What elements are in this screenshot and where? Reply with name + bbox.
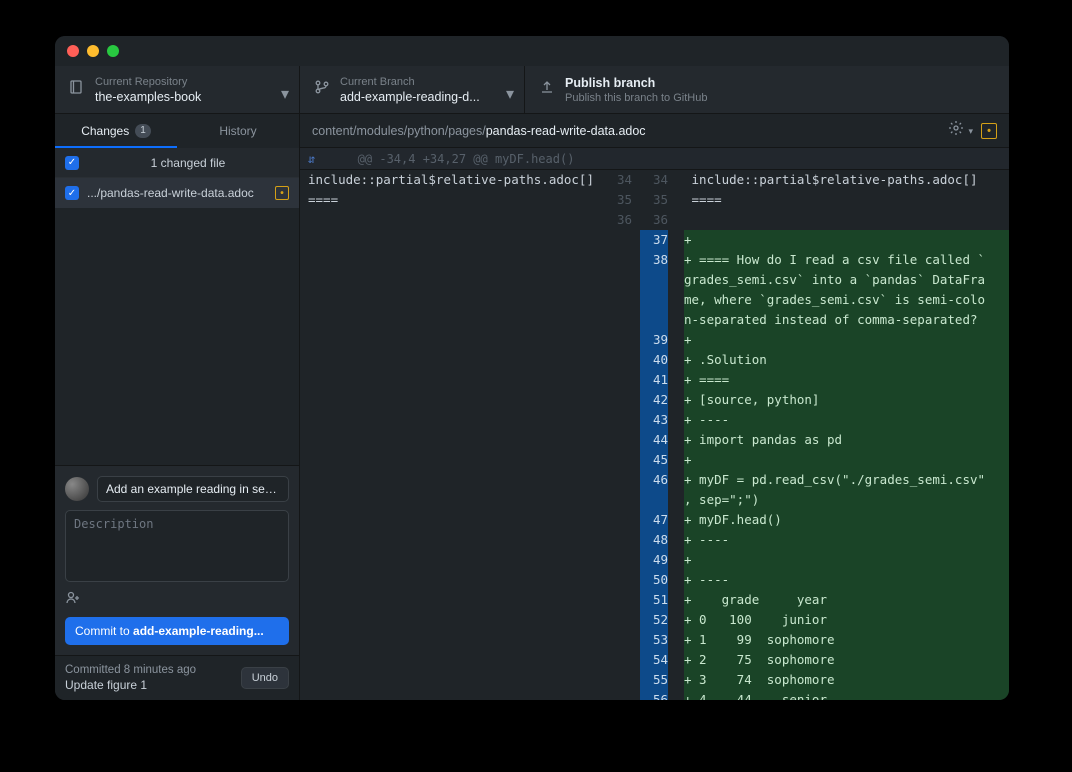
modified-icon: • <box>275 186 289 200</box>
repo-icon <box>69 79 85 100</box>
recent-commit-time: Committed 8 minutes ago <box>65 664 233 676</box>
avatar[interactable] <box>65 477 89 501</box>
maximize-window-button[interactable] <box>107 45 119 57</box>
hunk-header[interactable]: ⇵ @@ -34,4 +34,27 @@ myDF.head() <box>300 148 640 170</box>
titlebar <box>55 36 1009 66</box>
left-panel: Changes 1 History ✓ 1 changed file ✓ ...… <box>55 114 300 700</box>
chevron-down-icon: ▾ <box>506 84 514 104</box>
app-window: Current Repository the-examples-book ▾ C… <box>55 36 1009 700</box>
file-checkbox[interactable]: ✓ <box>65 186 79 200</box>
file-path: content/modules/python/pages/pandas-read… <box>312 124 940 138</box>
changes-count-badge: 1 <box>135 124 151 138</box>
commit-description-input[interactable] <box>65 510 289 582</box>
filelist-summary: 1 changed file <box>87 156 289 170</box>
expand-hunk-icon[interactable]: ⇵ <box>308 149 315 169</box>
branch-selector[interactable]: Current Branch add-example-reading-d... … <box>300 66 525 113</box>
commit-summary-input[interactable] <box>97 476 289 502</box>
tab-changes[interactable]: Changes 1 <box>55 114 177 148</box>
branch-value: add-example-reading-d... <box>340 89 510 105</box>
add-coauthor-button[interactable] <box>65 590 289 609</box>
file-name: .../pandas-read-write-data.adoc <box>87 186 267 200</box>
diff-old: ⇵ @@ -34,4 +34,27 @@ myDF.head() include… <box>300 148 640 700</box>
upload-icon <box>539 79 555 100</box>
minimize-window-button[interactable] <box>87 45 99 57</box>
toolbar: Current Repository the-examples-book ▾ C… <box>55 66 1009 114</box>
path-bar: content/modules/python/pages/pandas-read… <box>300 114 1009 148</box>
repo-value: the-examples-book <box>95 89 285 105</box>
branch-icon <box>314 79 330 100</box>
diff-panel: content/modules/python/pages/pandas-read… <box>300 114 1009 700</box>
commit-box: Commit to add-example-reading... <box>55 465 299 655</box>
tab-history[interactable]: History <box>177 114 299 148</box>
publish-title: Publish branch <box>565 75 707 91</box>
filelist: ✓ .../pandas-read-write-data.adoc • <box>55 178 299 208</box>
hunk-header-spacer <box>640 148 1009 170</box>
select-all-checkbox[interactable]: ✓ <box>65 156 79 170</box>
commit-button[interactable]: Commit to add-example-reading... <box>65 617 289 645</box>
recent-commit-title: Update figure 1 <box>65 678 233 692</box>
tab-bar: Changes 1 History <box>55 114 299 148</box>
chevron-down-icon: ▾ <box>281 84 289 104</box>
tab-history-label: History <box>219 124 256 138</box>
close-window-button[interactable] <box>67 45 79 57</box>
diff-view[interactable]: ⇵ @@ -34,4 +34,27 @@ myDF.head() include… <box>300 148 1009 700</box>
modified-icon: • <box>981 123 997 139</box>
tab-changes-label: Changes <box>81 124 129 138</box>
recent-commit: Committed 8 minutes ago Update figure 1 … <box>55 655 299 700</box>
body: Changes 1 History ✓ 1 changed file ✓ ...… <box>55 114 1009 700</box>
repo-selector[interactable]: Current Repository the-examples-book ▾ <box>55 66 300 113</box>
undo-button[interactable]: Undo <box>241 667 289 689</box>
publish-sub: Publish this branch to GitHub <box>565 91 707 105</box>
gear-icon[interactable]: ▾ <box>948 120 973 141</box>
file-row[interactable]: ✓ .../pandas-read-write-data.adoc • <box>55 178 299 208</box>
publish-button[interactable]: Publish branch Publish this branch to Gi… <box>525 66 1009 113</box>
filelist-header[interactable]: ✓ 1 changed file <box>55 148 299 178</box>
repo-label: Current Repository <box>95 75 285 89</box>
diff-new: 3435363738394041424344454647484950515253… <box>640 148 1009 700</box>
branch-label: Current Branch <box>340 75 510 89</box>
